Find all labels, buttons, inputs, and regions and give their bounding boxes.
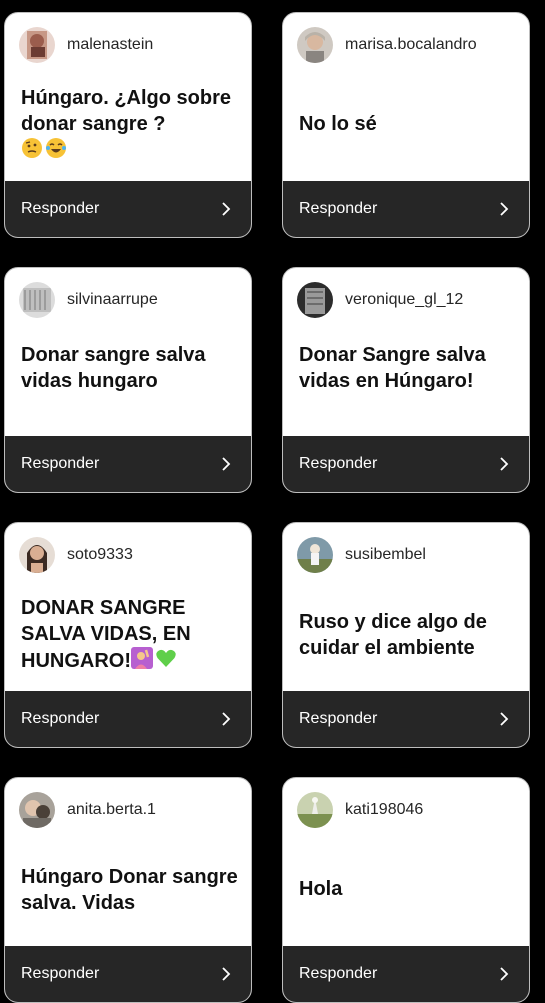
avatar[interactable] xyxy=(297,27,333,63)
person-raising-hand-icon xyxy=(131,647,153,676)
response-card[interactable]: silvinaarrupe Donar sangre salva vidas h… xyxy=(4,267,252,493)
reply-label: Responder xyxy=(299,200,378,217)
card-header: marisa.bocalandro xyxy=(297,25,519,65)
reply-label: Responder xyxy=(299,710,378,727)
card-header: soto9333 xyxy=(19,535,241,575)
answer-label: Húngaro. ¿Algo sobre donar sangre ? xyxy=(21,87,231,135)
reply-button[interactable]: Responder xyxy=(283,436,529,492)
card-header: anita.berta.1 xyxy=(19,790,241,830)
response-card[interactable]: veronique_gl_12 Donar Sangre salva vidas… xyxy=(282,267,530,493)
question-responses-grid: malenastein Húngaro. ¿Algo sobre donar s… xyxy=(0,0,545,1003)
avatar[interactable] xyxy=(297,282,333,318)
username[interactable]: susibembel xyxy=(345,546,426,564)
response-card[interactable]: kati198046 Hola Responder xyxy=(282,777,530,1003)
username[interactable]: silvinaarrupe xyxy=(67,291,158,309)
avatar[interactable] xyxy=(19,792,55,828)
reply-button[interactable]: Responder xyxy=(5,691,251,747)
username[interactable]: soto9333 xyxy=(67,546,133,564)
chevron-right-icon xyxy=(222,457,231,471)
avatar[interactable] xyxy=(19,27,55,63)
response-card[interactable]: marisa.bocalandro No lo sé Responder xyxy=(282,12,530,238)
answer-text: No lo sé xyxy=(299,113,377,135)
answer-text: Hola xyxy=(299,878,343,900)
reply-label: Responder xyxy=(21,710,100,727)
response-card[interactable]: malenastein Húngaro. ¿Algo sobre donar s… xyxy=(4,12,252,238)
answer-text: Húngaro Donar sangre salva. Vidas xyxy=(21,866,238,914)
reply-label: Responder xyxy=(299,455,378,472)
username[interactable]: veronique_gl_12 xyxy=(345,291,463,309)
reply-button[interactable]: Responder xyxy=(283,691,529,747)
answer-text: Ruso y dice algo de cuidar el ambiente xyxy=(299,611,487,659)
avatar[interactable] xyxy=(19,282,55,318)
avatar[interactable] xyxy=(19,537,55,573)
chevron-right-icon xyxy=(500,967,509,981)
reply-label: Responder xyxy=(21,200,100,217)
response-card[interactable]: anita.berta.1 Húngaro Donar sangre salva… xyxy=(4,777,252,1003)
answer-text: Húngaro. ¿Algo sobre donar sangre ? xyxy=(21,85,239,166)
answer-text: Donar Sangre salva vidas en Húngaro! xyxy=(299,344,486,392)
chevron-right-icon xyxy=(222,202,231,216)
tears-of-joy-icon xyxy=(45,137,67,166)
green-heart-icon xyxy=(155,647,177,676)
card-header: veronique_gl_12 xyxy=(297,280,519,320)
chevron-right-icon xyxy=(500,457,509,471)
avatar[interactable] xyxy=(297,537,333,573)
response-card[interactable]: susibembel Ruso y dice algo de cuidar el… xyxy=(282,522,530,748)
username[interactable]: malenastein xyxy=(67,36,153,54)
answer-text: Donar sangre salva vidas hungaro xyxy=(21,344,206,392)
reply-label: Responder xyxy=(21,965,100,982)
card-header: susibembel xyxy=(297,535,519,575)
username[interactable]: anita.berta.1 xyxy=(67,801,156,819)
username[interactable]: marisa.bocalandro xyxy=(345,36,477,54)
reply-button[interactable]: Responder xyxy=(5,436,251,492)
thinking-face-icon xyxy=(21,137,43,166)
reply-button[interactable]: Responder xyxy=(283,181,529,237)
chevron-right-icon xyxy=(500,202,509,216)
chevron-right-icon xyxy=(222,967,231,981)
reply-label: Responder xyxy=(299,965,378,982)
chevron-right-icon xyxy=(500,712,509,726)
card-header: malenastein xyxy=(19,25,241,65)
card-header: kati198046 xyxy=(297,790,519,830)
avatar[interactable] xyxy=(297,792,333,828)
chevron-right-icon xyxy=(222,712,231,726)
response-card[interactable]: soto9333 DONAR SANGRE SALVA VIDAS, EN HU… xyxy=(4,522,252,748)
reply-button[interactable]: Responder xyxy=(5,946,251,1002)
reply-button[interactable]: Responder xyxy=(5,181,251,237)
reply-label: Responder xyxy=(21,455,100,472)
reply-button[interactable]: Responder xyxy=(283,946,529,1002)
username[interactable]: kati198046 xyxy=(345,801,423,819)
answer-text: DONAR SANGRE SALVA VIDAS, EN HUNGARO! xyxy=(21,595,239,676)
card-header: silvinaarrupe xyxy=(19,280,241,320)
